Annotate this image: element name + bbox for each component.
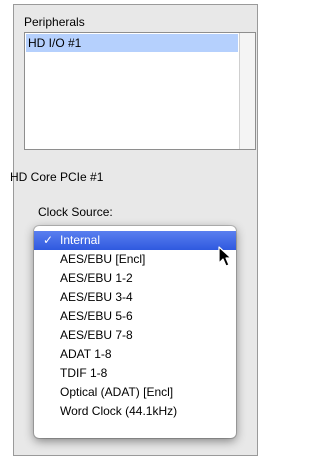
clock-source-dropdown-menu[interactable]: ✓ Internal AES/EBU [Encl] AES/EBU 1-2 AE… <box>34 226 236 438</box>
menu-item-aes-ebu-encl[interactable]: AES/EBU [Encl] <box>34 250 236 269</box>
menu-item-word-clock[interactable]: Word Clock (44.1kHz) <box>34 402 236 421</box>
menu-item-aes-ebu-1-2[interactable]: AES/EBU 1-2 <box>34 269 236 288</box>
menu-item-tdif-1-8[interactable]: TDIF 1-8 <box>34 364 236 383</box>
menu-item-aes-ebu-5-6[interactable]: AES/EBU 5-6 <box>34 307 236 326</box>
peripheral-item-hd-io[interactable]: HD I/O #1 <box>26 34 238 52</box>
menu-item-label: Internal <box>60 233 101 247</box>
menu-item-internal[interactable]: ✓ Internal <box>34 231 236 250</box>
menu-item-aes-ebu-7-8[interactable]: AES/EBU 7-8 <box>34 326 236 345</box>
clock-source-label: Clock Source: <box>38 205 113 219</box>
menu-item-label: AES/EBU 7-8 <box>60 328 133 342</box>
mouse-pointer-icon <box>218 246 232 267</box>
menu-item-label: AES/EBU 3-4 <box>60 290 133 304</box>
menu-item-label: ADAT 1-8 <box>60 347 112 361</box>
menu-item-aes-ebu-3-4[interactable]: AES/EBU 3-4 <box>34 288 236 307</box>
peripherals-label: Peripherals <box>24 15 85 29</box>
peripherals-list[interactable]: HD I/O #1 <box>24 32 256 150</box>
menu-item-optical-adat-encl[interactable]: Optical (ADAT) [Encl] <box>34 383 236 402</box>
menu-item-label: AES/EBU [Encl] <box>60 252 146 266</box>
menu-item-label: Optical (ADAT) [Encl] <box>60 385 174 399</box>
menu-item-label: AES/EBU 5-6 <box>60 309 133 323</box>
peripherals-scrollbar[interactable] <box>239 33 255 149</box>
menu-item-label: TDIF 1-8 <box>60 366 108 380</box>
menu-item-label: Word Clock (44.1kHz) <box>60 404 178 418</box>
menu-item-label: AES/EBU 1-2 <box>60 271 133 285</box>
device-name: HD Core PCIe #1 <box>10 170 104 184</box>
checkmark-icon: ✓ <box>43 233 54 247</box>
menu-item-adat-1-8[interactable]: ADAT 1-8 <box>34 345 236 364</box>
